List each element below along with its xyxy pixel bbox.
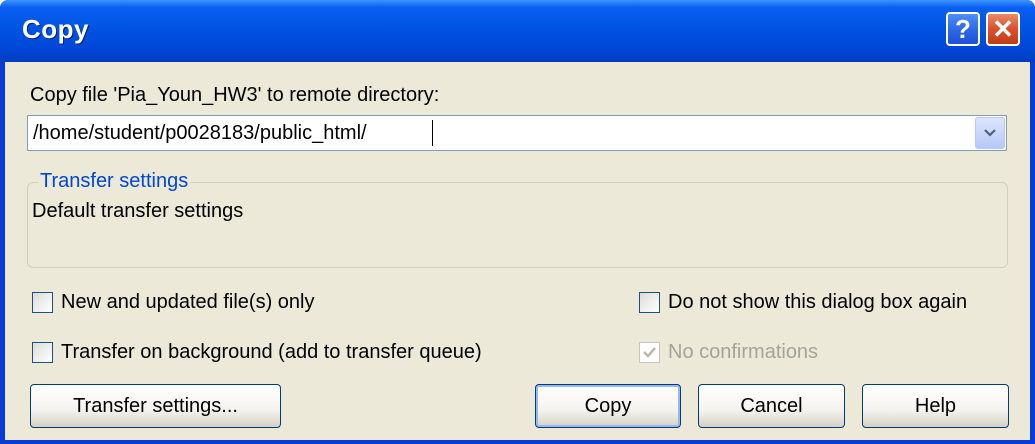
new-updated-label[interactable]: New and updated file(s) only: [61, 291, 314, 314]
title-bar[interactable]: Copy ? ✕: [0, 0, 1035, 62]
transfer-settings-button[interactable]: Transfer settings...: [30, 384, 281, 428]
new-updated-checkbox[interactable]: [32, 292, 53, 313]
cancel-button[interactable]: Cancel: [698, 384, 845, 428]
no-confirmations-label: No confirmations: [668, 341, 819, 363]
copy-button[interactable]: Copy: [535, 384, 681, 428]
dialog-body: Copy file 'Pia_Youn_HW3' to remote direc…: [5, 62, 1030, 440]
transfer-settings-value: Default transfer settings: [32, 200, 244, 222]
text-caret: [432, 120, 433, 146]
window-title: Copy: [22, 14, 89, 44]
check-icon: [643, 347, 656, 358]
remote-directory-combobox[interactable]: /home/student/p0028183/public_html/: [27, 115, 1007, 151]
dont-show-label[interactable]: Do not show this dialog box again: [668, 291, 967, 314]
background-transfer-label[interactable]: Transfer on background (add to transfer …: [61, 341, 482, 364]
remote-directory-input[interactable]: /home/student/p0028183/public_html/: [33, 122, 367, 145]
close-button[interactable]: ✕: [986, 12, 1020, 46]
chevron-down-icon: [984, 129, 996, 137]
transfer-settings-group-title: Transfer settings: [38, 170, 191, 193]
copy-prompt-label: Copy file 'Pia_Youn_HW3' to remote direc…: [30, 84, 440, 106]
help-button[interactable]: Help: [862, 384, 1009, 428]
background-transfer-checkbox[interactable]: [32, 342, 53, 363]
dropdown-button[interactable]: [975, 117, 1005, 149]
no-confirmations-checkbox: [639, 342, 660, 363]
copy-dialog: Copy ? ✕ Copy file 'Pia_Youn_HW3' to rem…: [0, 0, 1035, 444]
transfer-settings-group: Transfer settings Default transfer setti…: [27, 170, 1008, 268]
help-title-button[interactable]: ?: [946, 12, 980, 46]
dont-show-checkbox[interactable]: [639, 292, 660, 313]
